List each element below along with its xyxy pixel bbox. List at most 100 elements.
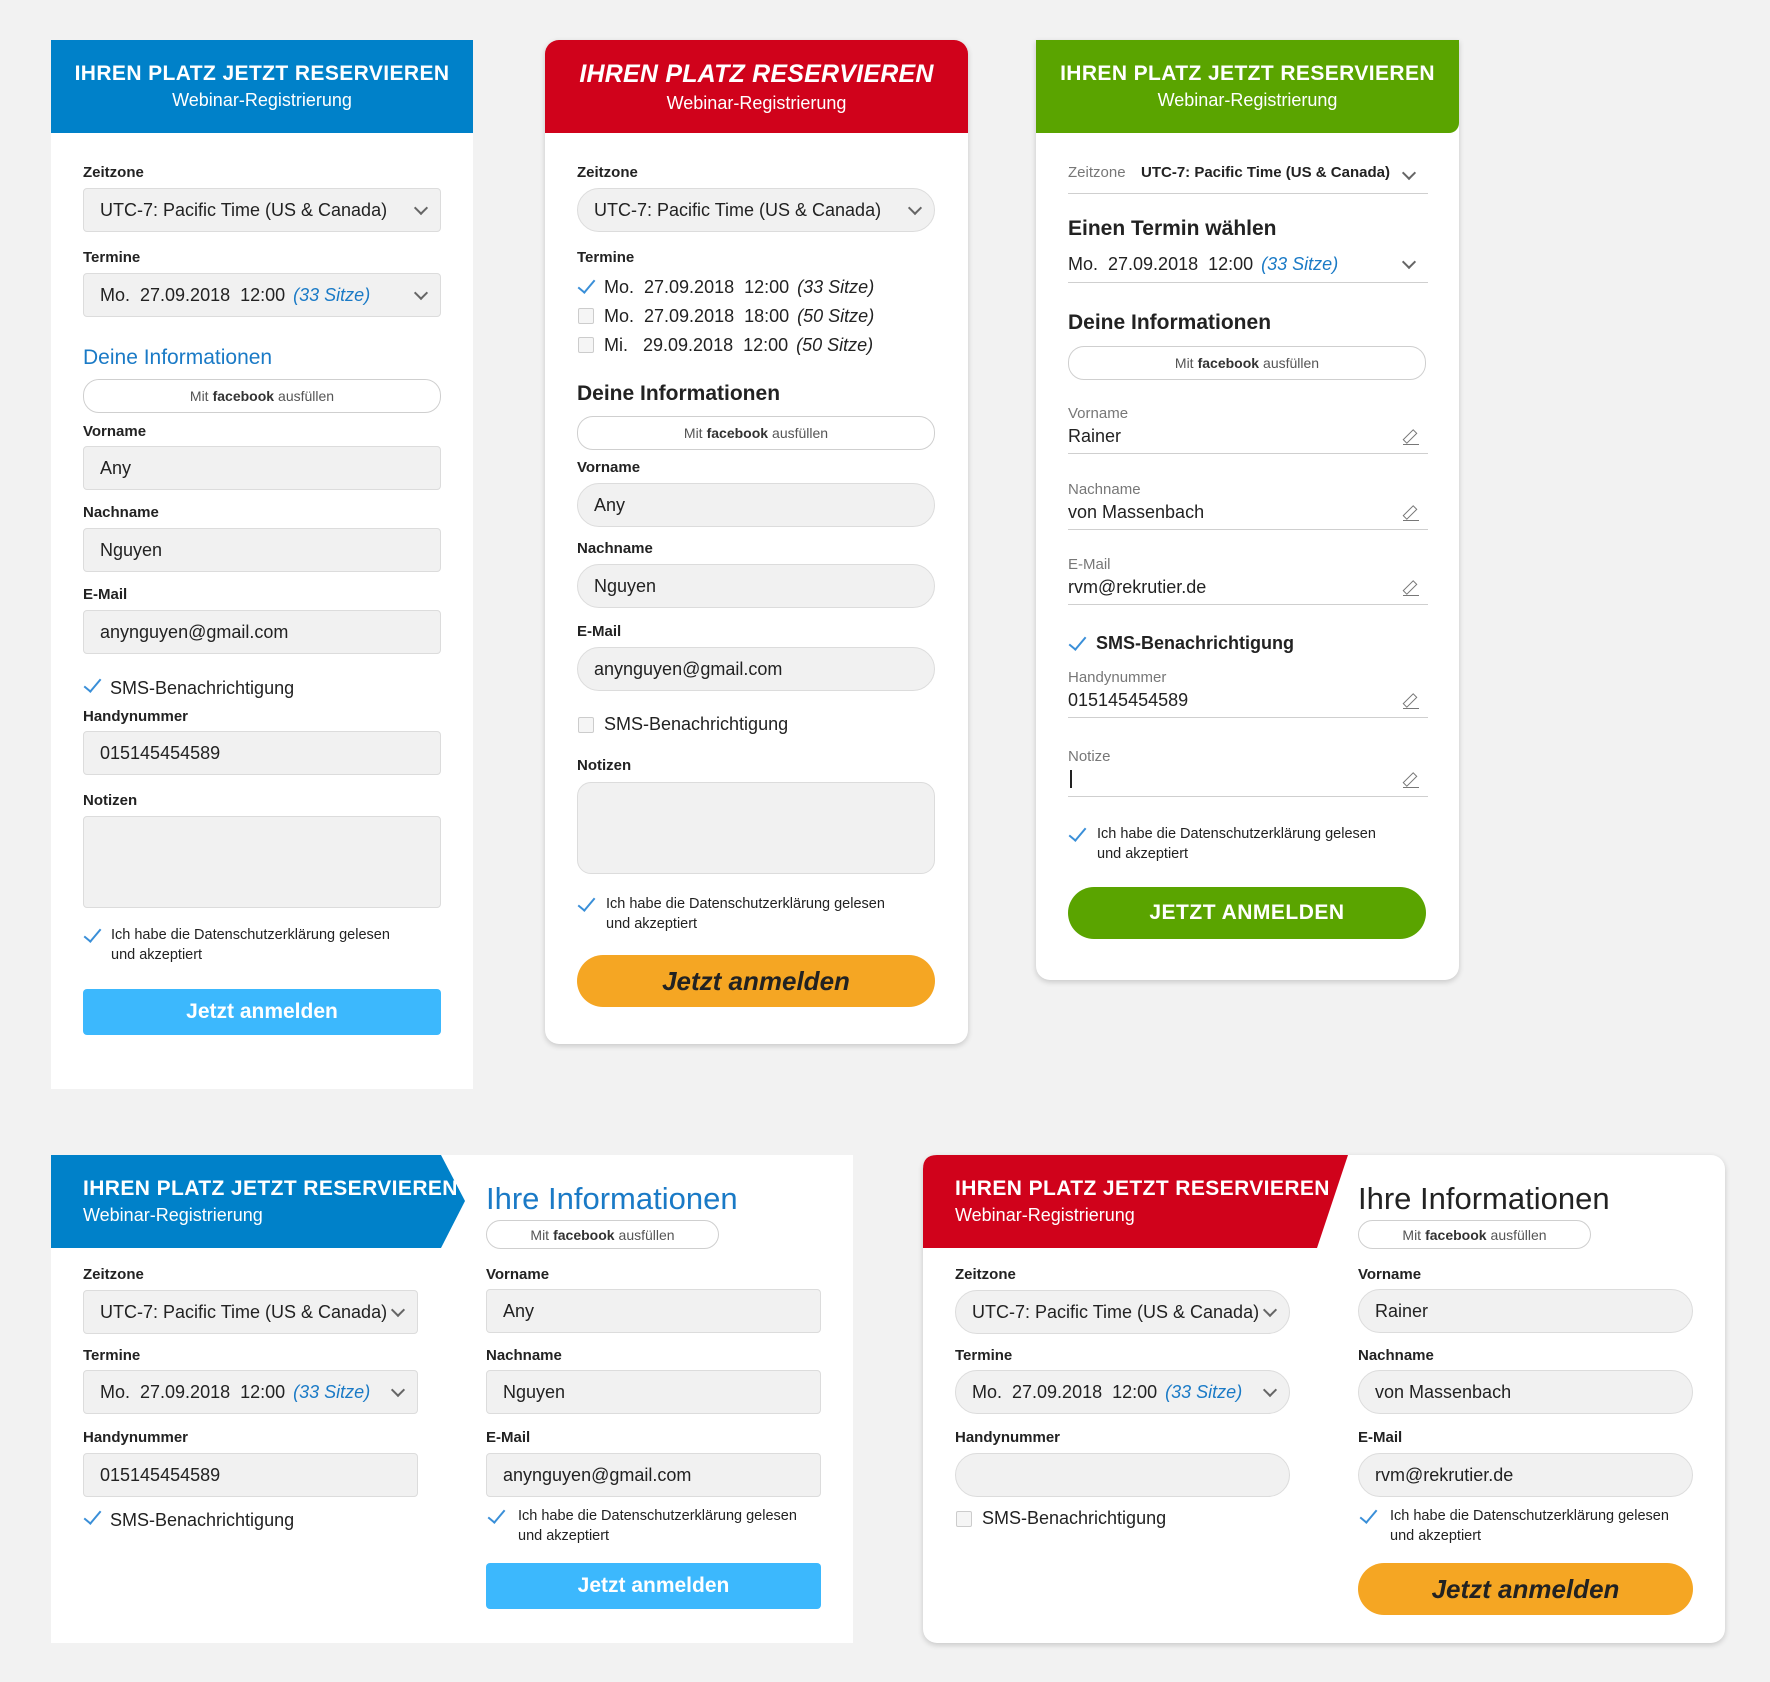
submit-button[interactable]: Jetzt anmelden xyxy=(577,955,935,1007)
privacy-checkbox[interactable] xyxy=(84,928,100,944)
first-name-input[interactable]: Any xyxy=(83,446,441,490)
termin-checkbox[interactable] xyxy=(578,337,594,353)
email-input[interactable]: anynguyen@gmail.com xyxy=(486,1453,821,1497)
termin-select[interactable]: Mo. 27.09.2018 12:00 (33 Sitze) xyxy=(1068,245,1428,283)
label-nachname: Nachname xyxy=(486,1347,562,1364)
header-subtitle: Webinar-Registrierung xyxy=(666,92,847,113)
submit-button[interactable]: JETZT ANMELDEN xyxy=(1068,887,1426,939)
facebook-fill-button[interactable]: Mit facebook ausfüllen xyxy=(486,1220,719,1249)
label-handynummer: Handynummer xyxy=(83,708,189,725)
header-subtitle: Webinar-Registrierung xyxy=(172,90,352,110)
privacy-label: Ich habe die Datenschutzerklärung gelese… xyxy=(606,896,885,932)
email-input[interactable]: anynguyen@gmail.com xyxy=(83,610,441,654)
email-input[interactable]: rvm@rekrutier.de xyxy=(1358,1453,1693,1497)
label-zeitzone: Zeitzone xyxy=(83,164,144,181)
phone-input[interactable]: 015145454589 xyxy=(83,731,441,775)
header-title: IHREN PLATZ JETZT RESERVIEREN xyxy=(955,1177,1330,1200)
phone-input[interactable] xyxy=(955,1453,1290,1497)
header-title: IHREN PLATZ JETZT RESERVIEREN xyxy=(1060,62,1435,85)
timezone-select[interactable]: UTC-7: Pacific Time (US & Canada) xyxy=(83,188,441,232)
label-nachname: Nachname xyxy=(1358,1347,1434,1364)
sms-label: SMS-Benachrichtigung xyxy=(982,1508,1167,1528)
form-header: IHREN PLATZ RESERVIEREN Webinar-Registri… xyxy=(545,40,968,133)
label-zeitzone: Zeitzone xyxy=(83,1266,144,1283)
sms-checkbox[interactable] xyxy=(578,717,594,733)
sms-label: SMS-Benachrichtigung xyxy=(110,1510,295,1530)
first-name-input[interactable]: Rainer xyxy=(1358,1289,1693,1333)
privacy-checkbox[interactable] xyxy=(1360,1509,1376,1525)
pencil-icon xyxy=(1403,505,1419,521)
facebook-fill-button[interactable]: Mit facebook ausfüllen xyxy=(1358,1220,1591,1249)
form-header: IHREN PLATZ JETZT RESERVIEREN Webinar-Re… xyxy=(1036,40,1459,133)
chevron-down-icon xyxy=(1262,1302,1278,1318)
phone-input[interactable]: 015145454589 xyxy=(83,1453,418,1497)
last-name-input[interactable]: von Massenbach xyxy=(1068,496,1428,530)
chevron-down-icon xyxy=(390,1382,406,1398)
first-name-input[interactable]: Rainer xyxy=(1068,420,1428,454)
sms-checkbox[interactable] xyxy=(84,1510,100,1526)
label-nachname: Nachname xyxy=(83,504,159,521)
last-name-input[interactable]: von Massenbach xyxy=(1358,1370,1693,1414)
pencil-icon xyxy=(1403,693,1419,709)
termin-checkbox[interactable] xyxy=(578,308,594,324)
email-input[interactable]: rvm@rekrutier.de xyxy=(1068,571,1428,605)
facebook-fill-button[interactable]: Mit facebook ausfüllen xyxy=(577,416,935,450)
chevron-down-icon xyxy=(1262,1382,1278,1398)
termin-select[interactable]: Mo. 27.09.2018 12:00 (33 Sitze) xyxy=(83,1370,418,1414)
label-termine: Termine xyxy=(577,249,635,266)
last-name-input[interactable]: Nguyen xyxy=(577,564,935,608)
notes-textarea[interactable] xyxy=(577,782,935,874)
email-input[interactable]: anynguyen@gmail.com xyxy=(577,647,935,691)
form-header: IHREN PLATZ JETZT RESERVIEREN Webinar-Re… xyxy=(51,40,473,133)
sms-checkbox[interactable] xyxy=(1069,636,1085,652)
termin-option: Mo. 27.09.2018 12:00 (33 Sitze) xyxy=(604,277,875,297)
label-zeitzone: Zeitzone xyxy=(577,164,638,181)
label-notizen: Notizen xyxy=(83,792,138,809)
pencil-icon xyxy=(1403,429,1419,445)
label-vorname: Vorname xyxy=(1358,1266,1422,1283)
section-title: Ihre Informationen xyxy=(1358,1181,1610,1216)
label-vorname: Vorname xyxy=(83,423,147,440)
sms-label: SMS-Benachrichtigung xyxy=(1096,633,1295,653)
pencil-icon xyxy=(1403,580,1419,596)
label-termine: Termine xyxy=(83,1347,141,1364)
first-name-input[interactable]: Any xyxy=(577,483,935,527)
label-email: E-Mail xyxy=(1358,1429,1403,1446)
phone-input[interactable]: 015145454589 xyxy=(1068,684,1428,718)
timezone-select[interactable]: UTC-7: Pacific Time (US & Canada) xyxy=(83,1290,418,1334)
last-name-input[interactable]: Nguyen xyxy=(486,1370,821,1414)
submit-button[interactable]: Jetzt anmelden xyxy=(1358,1563,1693,1615)
last-name-input[interactable]: Nguyen xyxy=(83,528,441,572)
form-header: IHREN PLATZ JETZT RESERVIEREN Webinar-Re… xyxy=(955,1177,1330,1226)
privacy-checkbox[interactable] xyxy=(1069,827,1085,843)
timezone-select[interactable]: Zeitzone UTC-7: Pacific Time (US & Canad… xyxy=(1068,157,1428,194)
label-email: E-Mail xyxy=(577,623,622,640)
form-card-green: IHREN PLATZ JETZT RESERVIEREN Webinar-Re… xyxy=(1036,40,1459,980)
chevron-down-icon xyxy=(1401,165,1417,181)
label-termine: Termine xyxy=(83,249,141,266)
chevron-down-icon xyxy=(413,200,429,216)
header-subtitle: Webinar-Registrierung xyxy=(955,1205,1135,1225)
chevron-down-icon xyxy=(1401,254,1417,269)
section-title: Deine Informationen xyxy=(1068,311,1272,334)
timezone-select[interactable]: UTC-7: Pacific Time (US & Canada) xyxy=(577,188,935,232)
privacy-checkbox[interactable] xyxy=(578,897,594,913)
timezone-select[interactable]: UTC-7: Pacific Time (US & Canada) xyxy=(955,1290,1290,1334)
facebook-fill-button[interactable]: Mit facebook ausfüllen xyxy=(1068,346,1426,380)
header-title: IHREN PLATZ JETZT RESERVIEREN xyxy=(74,62,450,85)
sms-checkbox[interactable] xyxy=(956,1511,972,1527)
submit-button[interactable]: Jetzt anmelden xyxy=(83,989,441,1035)
first-name-input[interactable]: Any xyxy=(486,1289,821,1333)
submit-button[interactable]: Jetzt anmelden xyxy=(486,1563,821,1609)
form-card-red: IHREN PLATZ RESERVIEREN Webinar-Registri… xyxy=(545,40,968,1044)
label-email: E-Mail xyxy=(486,1429,531,1446)
section-title: Ihre Informationen xyxy=(486,1181,738,1216)
termin-checkbox[interactable] xyxy=(578,279,594,295)
termin-select[interactable]: Mo. 27.09.2018 12:00 (33 Sitze) xyxy=(955,1370,1290,1414)
termin-select[interactable]: Mo. 27.09.2018 12:00 (33 Sitze) xyxy=(83,273,441,317)
facebook-fill-button[interactable]: Mit facebook ausfüllen xyxy=(83,379,441,413)
notes-textarea[interactable] xyxy=(83,816,441,908)
privacy-checkbox[interactable] xyxy=(488,1509,504,1525)
notes-input[interactable] xyxy=(1068,763,1428,797)
sms-checkbox[interactable] xyxy=(84,678,100,694)
